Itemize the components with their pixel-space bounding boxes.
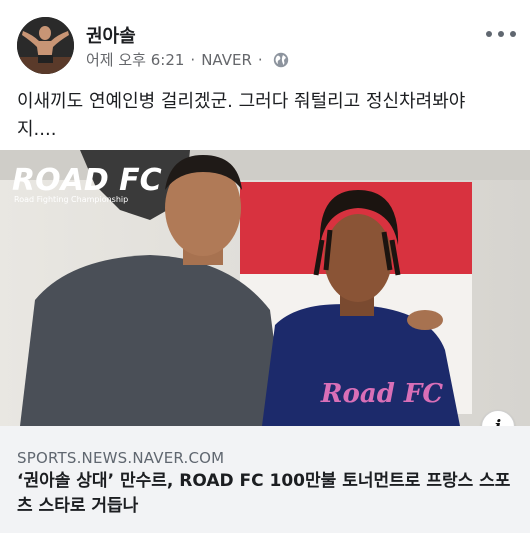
meta-separator: · — [190, 50, 196, 69]
post-time[interactable]: 어제 오후 6:21 — [86, 49, 184, 70]
post-body-line-2: 지.... — [17, 119, 57, 140]
preview-photo: Road FC ROAD FC Road Fighting Championsh… — [0, 150, 530, 426]
shirt-print: Road FC — [320, 379, 443, 409]
post-source: NAVER — [201, 50, 252, 69]
globe-icon[interactable] — [273, 52, 289, 68]
dot-1 — [486, 31, 492, 37]
meta-separator-2: · — [257, 50, 263, 69]
post-body-line-1: 이새끼도 연예인병 걸리겠군. 그러다 줘털리고 정신차려봐야 — [17, 91, 466, 112]
dot-2 — [498, 31, 504, 37]
post-body: 이새끼도 연예인병 걸리겠군. 그러다 줘털리고 정신차려봐야 지.... — [17, 88, 517, 144]
roadfc-logo: ROAD FC — [12, 163, 162, 198]
dot-3 — [510, 31, 516, 37]
author-avatar[interactable] — [17, 17, 74, 74]
more-options-icon[interactable] — [486, 27, 516, 41]
avatar-image — [17, 17, 74, 74]
post-meta: 어제 오후 6:21 · NAVER · — [86, 49, 289, 70]
link-preview-image[interactable]: Road FC ROAD FC Road Fighting Championsh… — [0, 150, 530, 426]
author-name[interactable]: 권아솔 — [86, 22, 136, 48]
link-domain: SPORTS.NEWS.NAVER.COM — [17, 449, 225, 467]
link-title[interactable]: ‘권아솔 상대’ 만수르, ROAD FC 100만불 토너먼트로 프랑스 스포… — [17, 469, 522, 519]
post-header: 권아솔 어제 오후 6:21 · NAVER · — [0, 0, 530, 80]
roadfc-logo-subtitle: Road Fighting Championship — [14, 195, 128, 204]
